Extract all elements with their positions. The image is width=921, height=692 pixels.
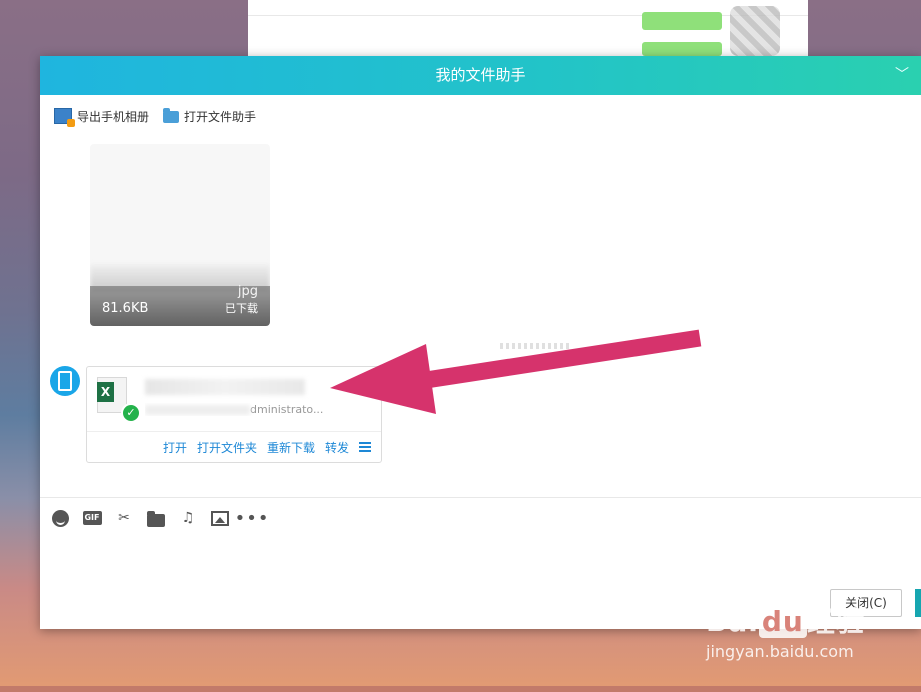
open-file-helper-label: 打开文件助手 [184,109,257,124]
background-chat-window [248,0,808,61]
background-message-bubble [642,12,722,30]
baidu-watermark: Bai du 经验 jingyan.baidu.com [706,600,865,661]
open-file-helper-button[interactable]: 打开文件助手 [163,106,256,126]
composer-divider [40,497,921,498]
photo-export-icon [54,108,75,127]
image-message[interactable]: jpg 81.6KB 已下载 [90,144,270,326]
file-actions: 打开 打开文件夹 重新下载 转发 [87,431,381,462]
scissors-icon[interactable]: ✂ [114,508,134,528]
redownload-link[interactable]: 重新下载 [267,439,315,456]
annotation-arrow [330,329,702,414]
emoji-icon[interactable] [50,508,70,528]
watermark-url: jingyan.baidu.com [706,642,854,661]
send-button-edge[interactable] [915,589,921,617]
device-avatar[interactable] [50,366,80,396]
image-file-size: 81.6KB [102,301,149,316]
gif-icon[interactable]: GIF [82,508,102,528]
image-extension: jpg [237,284,258,299]
menu-icon[interactable] [359,442,371,452]
dialog-titlebar[interactable]: 我的文件助手 ﹀ [40,56,921,95]
folder-icon [163,108,180,123]
folder-icon[interactable] [146,508,166,528]
file-path-suffix: dministrato... [250,403,324,416]
export-album-button[interactable]: 导出手机相册 [54,106,150,127]
chevron-down-icon[interactable]: ﹀ [895,56,909,95]
arrow-head [330,344,436,414]
file-helper-dialog: 我的文件助手 ﹀ 导出手机相册 打开文件助手 jpg 81.6KB 已下载 X … [40,56,921,629]
watermark-logo: Bai du 经验 [706,605,865,638]
more-icon[interactable]: ••• [235,508,269,529]
music-icon[interactable]: ♫ [178,508,198,528]
open-folder-link[interactable]: 打开文件夹 [197,439,257,456]
taskbar-edge [0,686,921,692]
image-icon[interactable] [210,508,230,528]
blurred-avatar [730,6,780,56]
excel-file-icon: X ✓ [97,377,141,423]
blurred-file-name [145,379,305,395]
background-divider [248,15,808,16]
export-album-label: 导出手机相册 [77,109,150,124]
open-file-link[interactable]: 打开 [163,439,187,456]
composer-toolbar: GIF ✂ ♫ ••• [50,508,269,529]
image-info-bar: jpg 81.6KB 已下载 [90,284,270,326]
background-message-bubble [642,42,722,56]
dialog-toolbar: 导出手机相册 打开文件助手 [54,106,256,127]
phone-icon [58,371,72,391]
forward-link[interactable]: 转发 [325,439,349,456]
download-status: 已下载 [225,302,258,315]
check-icon: ✓ [121,403,141,423]
dialog-title: 我的文件助手 [435,66,526,84]
arrow-shaft [398,329,702,393]
